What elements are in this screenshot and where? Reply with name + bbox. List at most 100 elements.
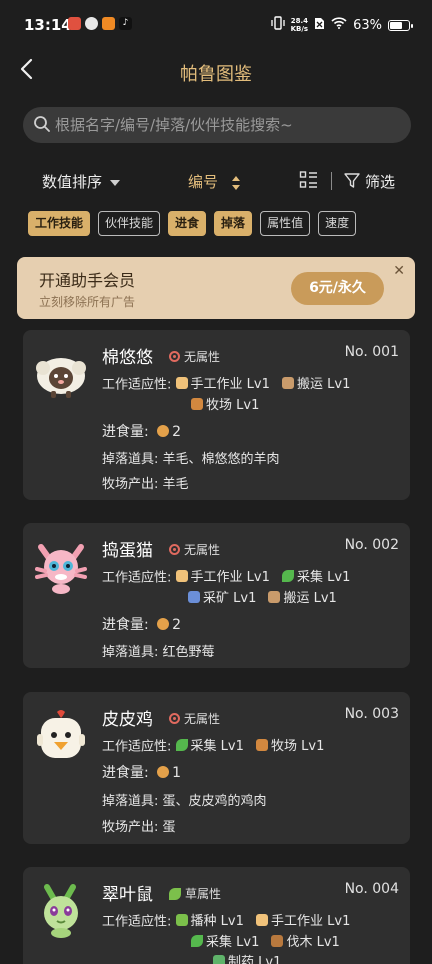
drops-label: 掉落道具: bbox=[102, 645, 159, 660]
skill-medicine: 制药 Lv1 bbox=[213, 951, 281, 964]
pal-name: 翠叶鼠 bbox=[102, 885, 153, 905]
bread-icon bbox=[157, 618, 170, 630]
work-row: 工作适应性: 手工作业 Lv1 搬运 Lv1 bbox=[102, 373, 358, 393]
chip-food[interactable]: 进食 bbox=[168, 211, 207, 236]
list-view-icon[interactable] bbox=[299, 170, 319, 190]
drops-label: 掉落道具: bbox=[102, 794, 159, 809]
drops-value: 羊毛、棉悠悠的羊肉 bbox=[162, 452, 280, 467]
chip-speed[interactable]: 速度 bbox=[318, 211, 357, 236]
filter-button[interactable]: 筛选 bbox=[343, 171, 395, 192]
pal-avatar-chikipi bbox=[33, 708, 89, 764]
element-label: 无属性 bbox=[184, 350, 221, 364]
food-row: 进食量: 1 bbox=[102, 762, 181, 782]
food-row: 进食量: 2 bbox=[102, 614, 181, 634]
weibo-icon bbox=[85, 17, 98, 30]
sort-updown-icon bbox=[231, 175, 240, 190]
skill-ranch: 牧场 Lv1 bbox=[191, 394, 259, 413]
element-label: 无属性 bbox=[184, 543, 221, 557]
tiktok-icon: ♪ bbox=[119, 17, 132, 30]
close-icon[interactable]: ✕ bbox=[393, 263, 405, 279]
chip-stats[interactable]: 属性值 bbox=[260, 211, 311, 236]
skill-text: 手工作业 Lv1 bbox=[190, 377, 270, 392]
pal-number: No. 003 bbox=[344, 706, 399, 722]
sim-off-icon bbox=[314, 17, 325, 34]
ranch-value: 羊毛 bbox=[162, 477, 189, 492]
skill-handiwork: 手工作业 Lv1 bbox=[175, 373, 270, 392]
leaf-icon bbox=[175, 738, 188, 751]
drops-row: 掉落道具: 蛋、皮皮鸡的鸡肉 bbox=[102, 790, 267, 809]
skill-transport: 搬运 Lv1 bbox=[268, 587, 337, 606]
pal-card[interactable]: 捣蛋猫 无属性 No. 002 工作适应性: 手工作业 Lv1 采集 Lv1 采… bbox=[23, 523, 410, 668]
id-sort-button[interactable]: 编号 bbox=[188, 171, 241, 192]
pal-avatar-tanzee bbox=[33, 883, 89, 939]
sprout-icon bbox=[175, 913, 188, 926]
notification-icons: ♪ bbox=[68, 17, 132, 30]
id-sort-label: 编号 bbox=[188, 173, 219, 191]
neutral-element-icon bbox=[169, 351, 180, 362]
net-speed-unit: KB/s bbox=[290, 25, 309, 33]
hand-icon bbox=[175, 376, 188, 389]
food-label: 进食量: bbox=[102, 617, 149, 633]
work-row-2: 牧场 Lv1 bbox=[191, 394, 267, 414]
skill-text: 手工作业 Lv1 bbox=[271, 914, 351, 929]
status-time: 13:14 bbox=[24, 16, 72, 34]
pal-name: 棉悠悠 bbox=[102, 348, 153, 368]
food-value: 1 bbox=[172, 765, 182, 781]
skill-text: 牧场 Lv1 bbox=[206, 398, 260, 413]
pal-card[interactable]: 皮皮鸡 无属性 No. 003 工作适应性: 采集 Lv1 牧场 Lv1 进食量… bbox=[23, 692, 410, 844]
app-notification-icon bbox=[68, 17, 81, 30]
pal-element: 草属性 bbox=[169, 885, 221, 902]
pal-card[interactable]: 棉悠悠 无属性 No. 001 工作适应性: 手工作业 Lv1 搬运 Lv1 牧… bbox=[23, 330, 410, 500]
skill-text: 采矿 Lv1 bbox=[203, 591, 257, 606]
chip-drops[interactable]: 掉落 bbox=[214, 211, 253, 236]
neutral-element-icon bbox=[169, 713, 180, 724]
divider bbox=[331, 172, 332, 190]
skill-text: 伐木 Lv1 bbox=[286, 935, 340, 950]
skill-text: 采集 Lv1 bbox=[297, 570, 351, 585]
vip-price-button[interactable]: 6元/永久 bbox=[291, 272, 384, 305]
search-input[interactable] bbox=[55, 107, 395, 143]
bread-icon bbox=[157, 425, 170, 437]
work-row-2: 采集 Lv1 伐木 Lv1 bbox=[191, 931, 348, 951]
ranch-row: 牧场产出: 羊毛 bbox=[102, 473, 189, 492]
search-icon bbox=[33, 115, 51, 137]
skill-handiwork: 手工作业 Lv1 bbox=[256, 910, 350, 929]
skill-text: 搬运 Lv1 bbox=[297, 377, 351, 392]
drops-value: 蛋、皮皮鸡的鸡肉 bbox=[162, 794, 267, 809]
sort-bar: 数值排序 编号 筛选 bbox=[0, 165, 432, 195]
element-label: 草属性 bbox=[185, 887, 222, 901]
skill-lumbering: 伐木 Lv1 bbox=[271, 931, 340, 950]
box-icon bbox=[268, 590, 281, 603]
battery-icon bbox=[388, 19, 413, 31]
ranch-value: 蛋 bbox=[162, 820, 176, 835]
work-row: 工作适应性: 手工作业 Lv1 采集 Lv1 bbox=[102, 566, 358, 586]
skill-text: 牧场 Lv1 bbox=[271, 739, 325, 754]
chip-work-skills[interactable]: 工作技能 bbox=[28, 211, 91, 236]
numeric-sort-dropdown[interactable]: 数值排序 bbox=[42, 171, 121, 192]
filter-icon bbox=[344, 173, 360, 188]
net-speed: 28.4 KB/s bbox=[291, 17, 308, 33]
chip-partner-skills[interactable]: 伙伴技能 bbox=[98, 211, 161, 236]
status-bar: 13:14 ♪ 28.4 KB/s 63% bbox=[0, 0, 432, 50]
pal-card[interactable]: 翠叶鼠 草属性 No. 004 工作适应性: 播种 Lv1 手工作业 Lv1 采… bbox=[23, 867, 410, 964]
work-row: 工作适应性: 播种 Lv1 手工作业 Lv1 bbox=[102, 910, 358, 930]
drops-label: 掉落道具: bbox=[102, 452, 159, 467]
skill-mining: 采矿 Lv1 bbox=[188, 587, 256, 606]
pal-avatar-lamball bbox=[33, 346, 89, 402]
skill-text: 采集 Lv1 bbox=[206, 935, 260, 950]
medicine-icon bbox=[213, 954, 225, 964]
vip-banner[interactable]: 开通助手会员 立刻移除所有广告 6元/永久 ✕ bbox=[17, 257, 415, 319]
skill-text: 采集 Lv1 bbox=[190, 739, 244, 754]
skill-handiwork: 手工作业 Lv1 bbox=[175, 566, 270, 585]
search-bar[interactable] bbox=[23, 107, 411, 143]
ranch-icon bbox=[191, 397, 203, 410]
skill-ranch: 牧场 Lv1 bbox=[256, 735, 324, 754]
pal-avatar-cattiva bbox=[33, 539, 89, 595]
pal-name: 皮皮鸡 bbox=[102, 710, 153, 730]
net-speed-value: 28.4 bbox=[290, 17, 308, 25]
skill-text: 制药 Lv1 bbox=[228, 955, 282, 964]
work-row: 工作适应性: 采集 Lv1 牧场 Lv1 bbox=[102, 735, 332, 755]
pal-number: No. 001 bbox=[344, 344, 399, 360]
ranch-label: 牧场产出: bbox=[102, 820, 159, 835]
grass-element-icon bbox=[169, 887, 181, 900]
